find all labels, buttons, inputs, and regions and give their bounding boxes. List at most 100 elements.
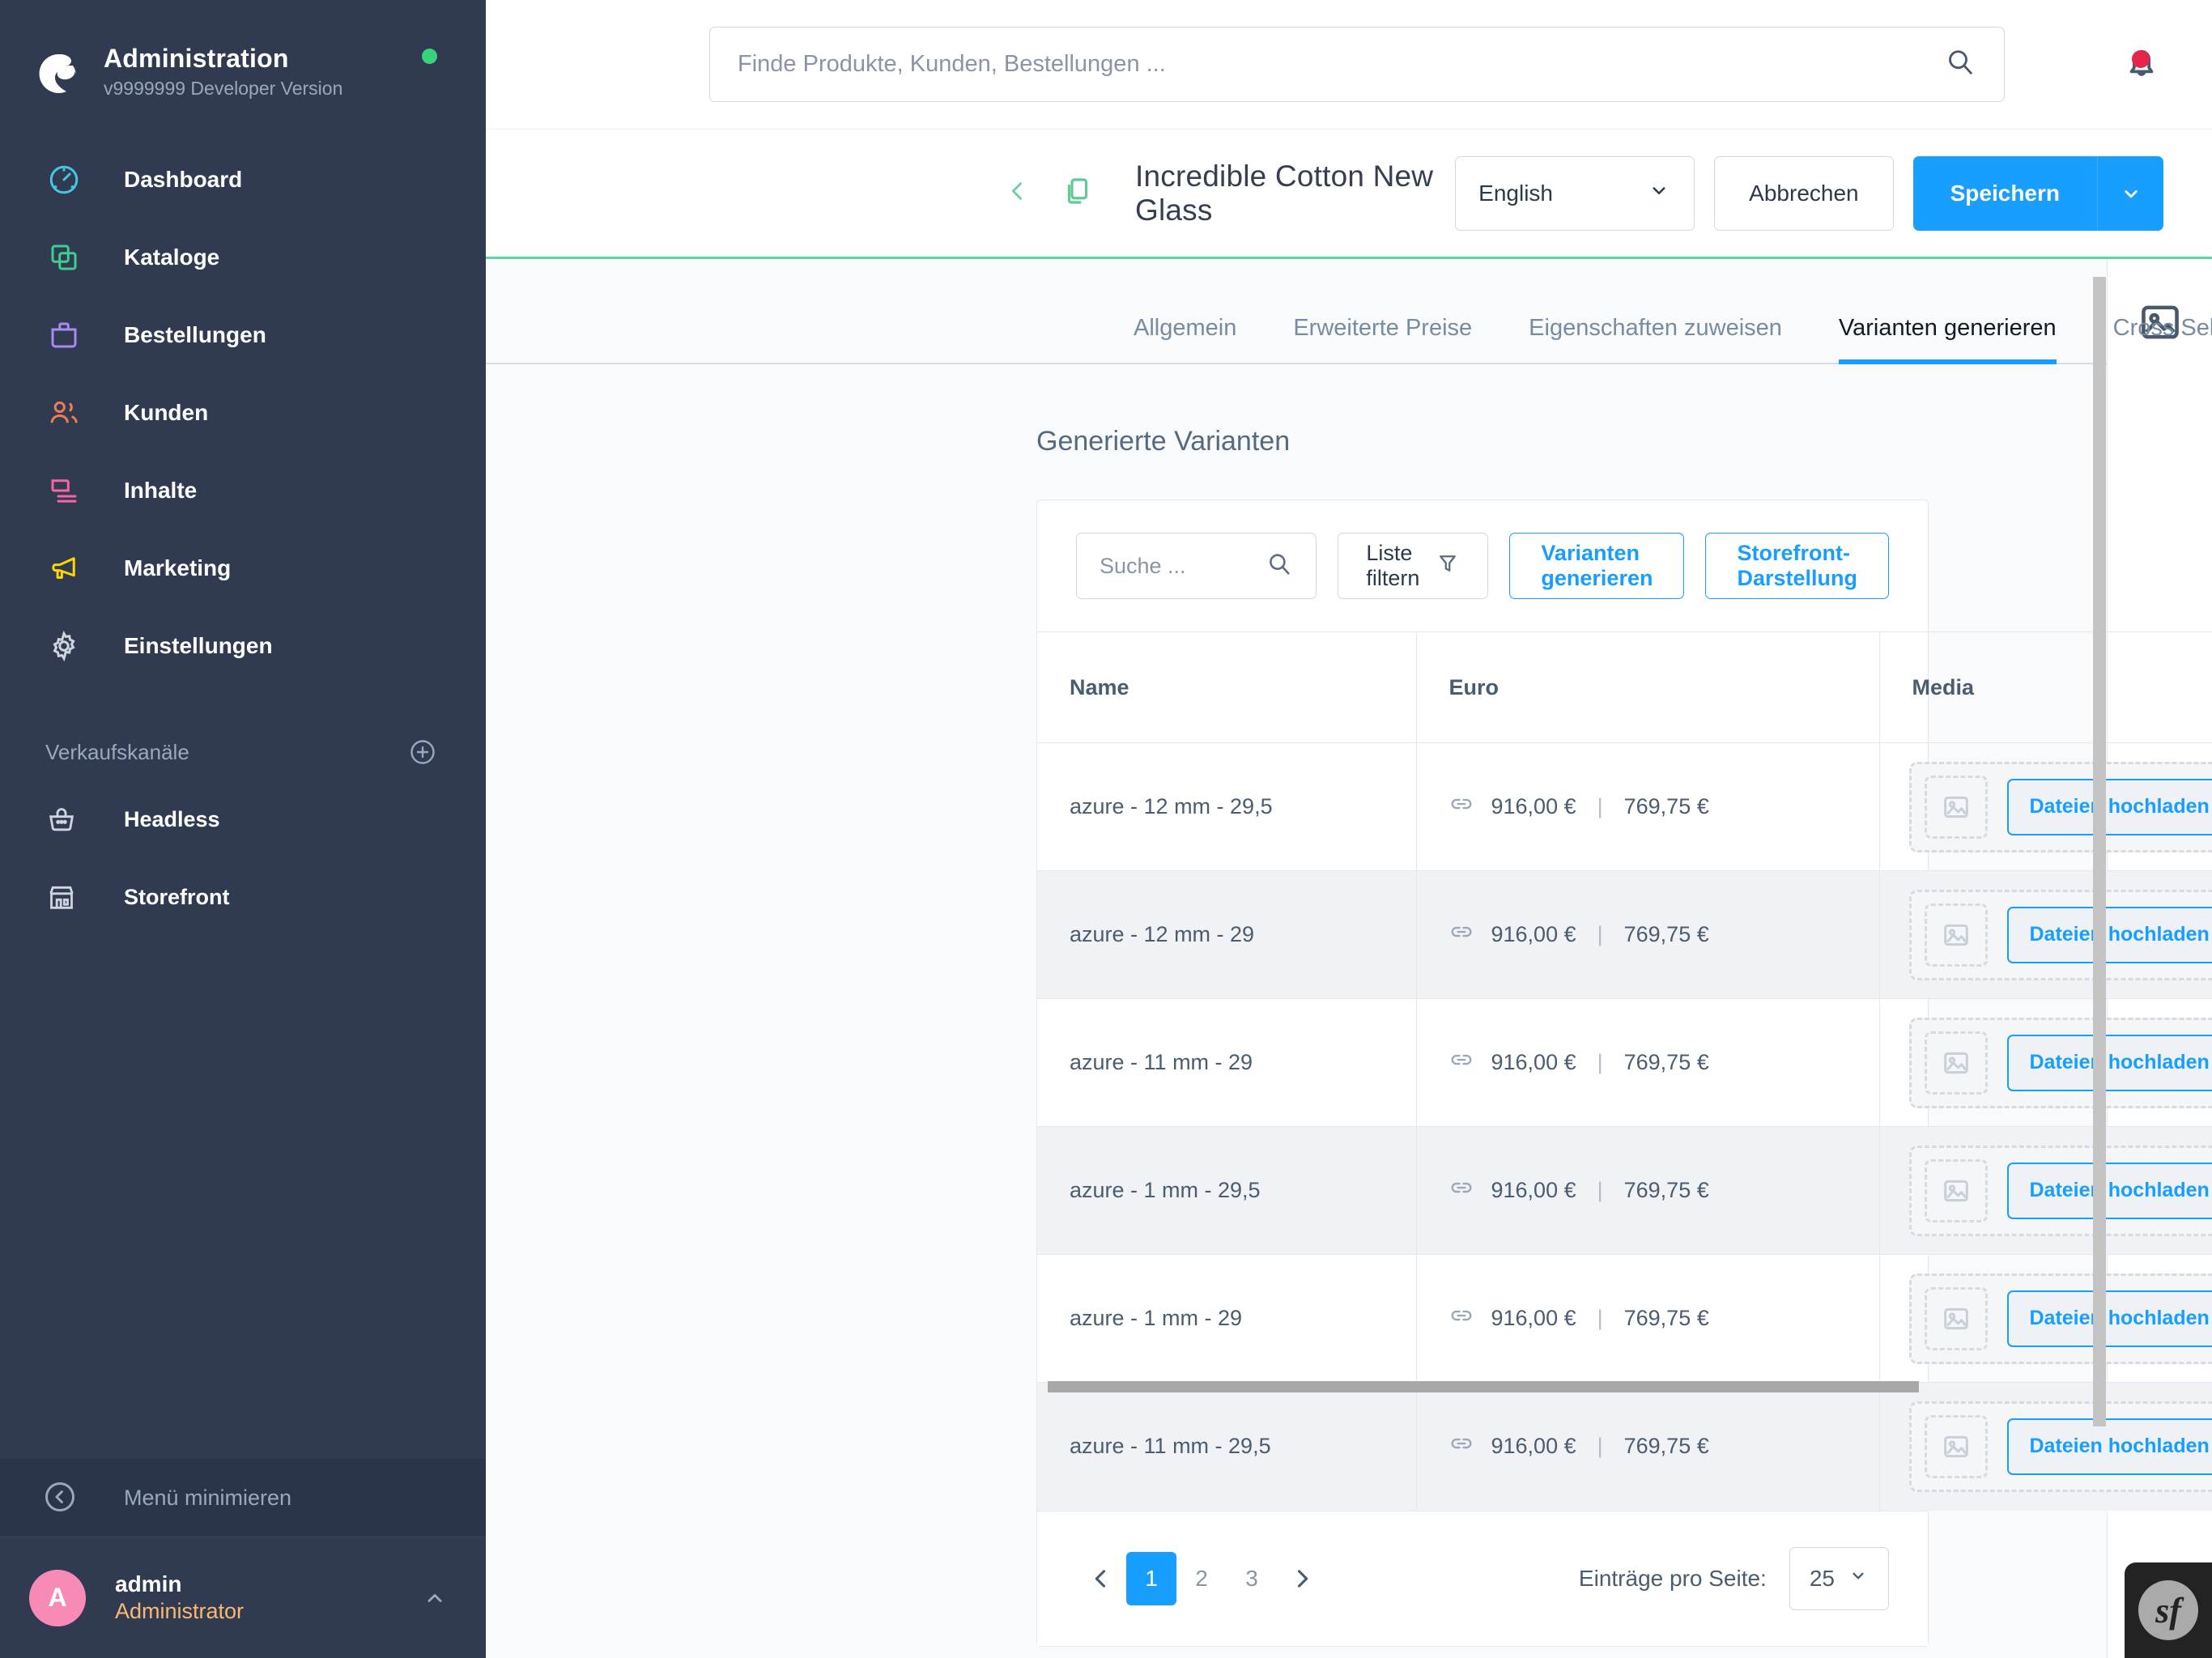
price-separator: | [1597,1178,1603,1202]
cell-euro: 916,00 € | 769,75 € [1416,1382,1880,1511]
storefront-presentation-button[interactable]: Storefront-Darstellung [1705,533,1889,599]
tab-eigenschaften-zuweisen[interactable]: Eigenschaften zuweisen [1529,315,1782,363]
vertical-scrollbar[interactable] [2093,259,2106,1658]
chevron-left-circle-icon [42,1479,79,1516]
chevron-up-icon[interactable] [421,1584,449,1612]
horizontal-scrollbar-thumb[interactable] [1048,1381,1919,1392]
price-separator: | [1597,1434,1603,1459]
table-row[interactable]: azure - 12 mm - 29 916,00 € | 769,75 € D… [1037,870,2212,999]
cell-euro: 916,00 € | 769,75 € [1416,998,1880,1127]
table-row[interactable]: azure - 1 mm - 29,5 916,00 € | 769,75 € [1037,1126,2212,1255]
sidebar-item-label: Kunden [124,400,209,425]
sidebar-item-bestellungen[interactable]: Bestellungen [0,296,486,374]
sidebar-item-kataloge[interactable]: Kataloge [0,219,486,296]
column-header-media[interactable]: Media [1879,631,2212,743]
variants-search-input[interactable]: Suche ... [1076,533,1317,599]
vertical-scrollbar-thumb[interactable] [2093,277,2106,1426]
notifications-button[interactable] [2066,40,2163,88]
upload-files-button[interactable]: Dateien hochladen [2006,906,2212,963]
variant-name: azure - 12 mm - 29 [1070,922,1255,946]
sidebar-item-inhalte[interactable]: Inhalte [0,452,486,529]
tab-cross-selling[interactable]: Cross Selling [2113,315,2212,363]
pagination-prev-chevron-left-icon[interactable] [1076,1554,1126,1604]
per-page-select[interactable]: 25 [1789,1546,1889,1610]
chevron-left-icon[interactable] [1004,177,1032,209]
filter-list-button[interactable]: Liste filtern [1338,533,1489,599]
pagination-page-1[interactable]: 1 [1126,1551,1176,1605]
horizontal-scrollbar[interactable] [1048,1381,1919,1392]
image-placeholder-icon [1924,1031,1988,1095]
upload-files-button[interactable]: Dateien hochladen [2006,1290,2212,1347]
duplicate-copy-icon[interactable] [1061,174,1095,212]
upload-files-button[interactable]: Dateien hochladen [2006,1034,2212,1091]
sidebar-item-marketing[interactable]: Marketing [0,529,486,607]
save-options-chevron-down-icon[interactable] [2097,155,2163,231]
storefront-shop-icon [42,878,81,916]
column-header-euro[interactable]: Euro [1416,631,1880,743]
media-upload-widget[interactable]: Dateien hochladen [1908,1273,2212,1364]
language-select[interactable]: English [1455,155,1695,231]
search-icon[interactable] [1266,551,1293,582]
table-row[interactable]: azure - 1 mm - 29 916,00 € | 769,75 € Da… [1037,1254,2212,1383]
user-menu[interactable]: A admin Administrator [0,1537,486,1658]
variants-toolbar: Suche ... Liste filtern Varianten generi… [1037,500,1928,631]
price-gross: 916,00 € [1491,1306,1576,1330]
avatar: A [29,1569,86,1626]
table-row[interactable]: azure - 11 mm - 29 916,00 € | 769,75 € D… [1037,998,2212,1127]
symfony-debug-toolbar[interactable]: sf [2125,1562,2212,1658]
variants-table-body: azure - 12 mm - 29,5 916,00 € | 769,75 € [1037,742,2212,1511]
sidebar-item-headless[interactable]: Headless [0,780,486,858]
sidebar: Administration v9999999 Developer Versio… [0,0,486,1658]
pagination-next-chevron-right-icon[interactable] [1277,1554,1327,1604]
upload-files-button[interactable]: Dateien hochladen [2006,1418,2212,1475]
media-upload-widget[interactable]: Dateien hochladen [1908,1017,2212,1108]
media-upload-widget[interactable]: Dateien hochladen [1908,1401,2212,1492]
tab-erweiterte-preise[interactable]: Erweiterte Preise [1293,315,1472,363]
image-placeholder-icon [1924,1414,1988,1478]
media-upload-widget[interactable]: Dateien hochladen [1908,1145,2212,1236]
pagination-page-3[interactable]: 3 [1227,1552,1277,1605]
upload-files-button[interactable]: Dateien hochladen [2006,1162,2212,1219]
column-header-name[interactable]: Name [1037,631,1417,743]
media-upload-widget[interactable]: Dateien hochladen [1908,761,2212,852]
save-button[interactable]: Speichern [1912,155,2097,231]
link-chain-icon [1449,1175,1474,1205]
cell-name: azure - 1 mm - 29 [1037,1254,1417,1383]
price-gross: 916,00 € [1491,794,1576,818]
basket-icon [42,800,81,839]
sidebar-item-storefront[interactable]: Storefront [0,858,486,936]
search-icon[interactable] [1944,46,1976,83]
sidebar-item-dashboard[interactable]: Dashboard [0,141,486,219]
variants-search-placeholder: Suche ... [1100,553,1186,578]
tab-allgemein[interactable]: Allgemein [1134,315,1236,363]
user-names: admin Administrator [115,1570,421,1626]
page-title: Incredible Cotton New Glass [1135,159,1434,227]
pagination-page-2[interactable]: 2 [1176,1552,1227,1605]
table-row[interactable]: azure - 12 mm - 29,5 916,00 € | 769,75 € [1037,742,2212,871]
link-chain-icon [1449,792,1474,822]
price-gross: 916,00 € [1491,1050,1576,1074]
orders-bag-icon [42,313,86,357]
minimize-menu-button[interactable]: Menü minimieren [0,1459,486,1537]
cell-euro: 916,00 € | 769,75 € [1416,742,1880,871]
media-upload-widget[interactable]: Dateien hochladen [1908,889,2212,980]
cancel-button[interactable]: Abbrechen [1714,155,1894,231]
cell-media: Dateien hochladen [1879,1254,2212,1383]
price-gross: 916,00 € [1491,1178,1576,1202]
cell-name: azure - 1 mm - 29,5 [1037,1126,1417,1255]
variants-card: Suche ... Liste filtern Varianten generi… [1036,500,2212,1647]
pagination: 1 2 3 Einträge pro Seite: 25 [1037,1510,1928,1646]
sidebar-nav: Dashboard Kataloge Bestellungen Kunden I… [0,141,486,685]
tab-varianten-generieren[interactable]: Varianten generieren [1838,315,2057,364]
generate-variants-button[interactable]: Varianten generieren [1509,533,1685,599]
upload-files-button[interactable]: Dateien hochladen [2006,778,2212,835]
plus-circle-icon[interactable] [408,738,437,767]
sidebar-item-einstellungen[interactable]: Einstellungen [0,607,486,685]
sidebar-item-kunden[interactable]: Kunden [0,374,486,452]
per-page-controls: Einträge pro Seite: 25 [1579,1546,1889,1610]
table-row[interactable]: azure - 11 mm - 29,5 916,00 € | 769,75 € [1037,1382,2212,1511]
variant-name: azure - 1 mm - 29,5 [1070,1178,1261,1202]
price-net: 769,75 € [1623,1050,1709,1074]
global-search-field[interactable]: Finde Produkte, Kunden, Bestellungen ... [709,27,2005,102]
